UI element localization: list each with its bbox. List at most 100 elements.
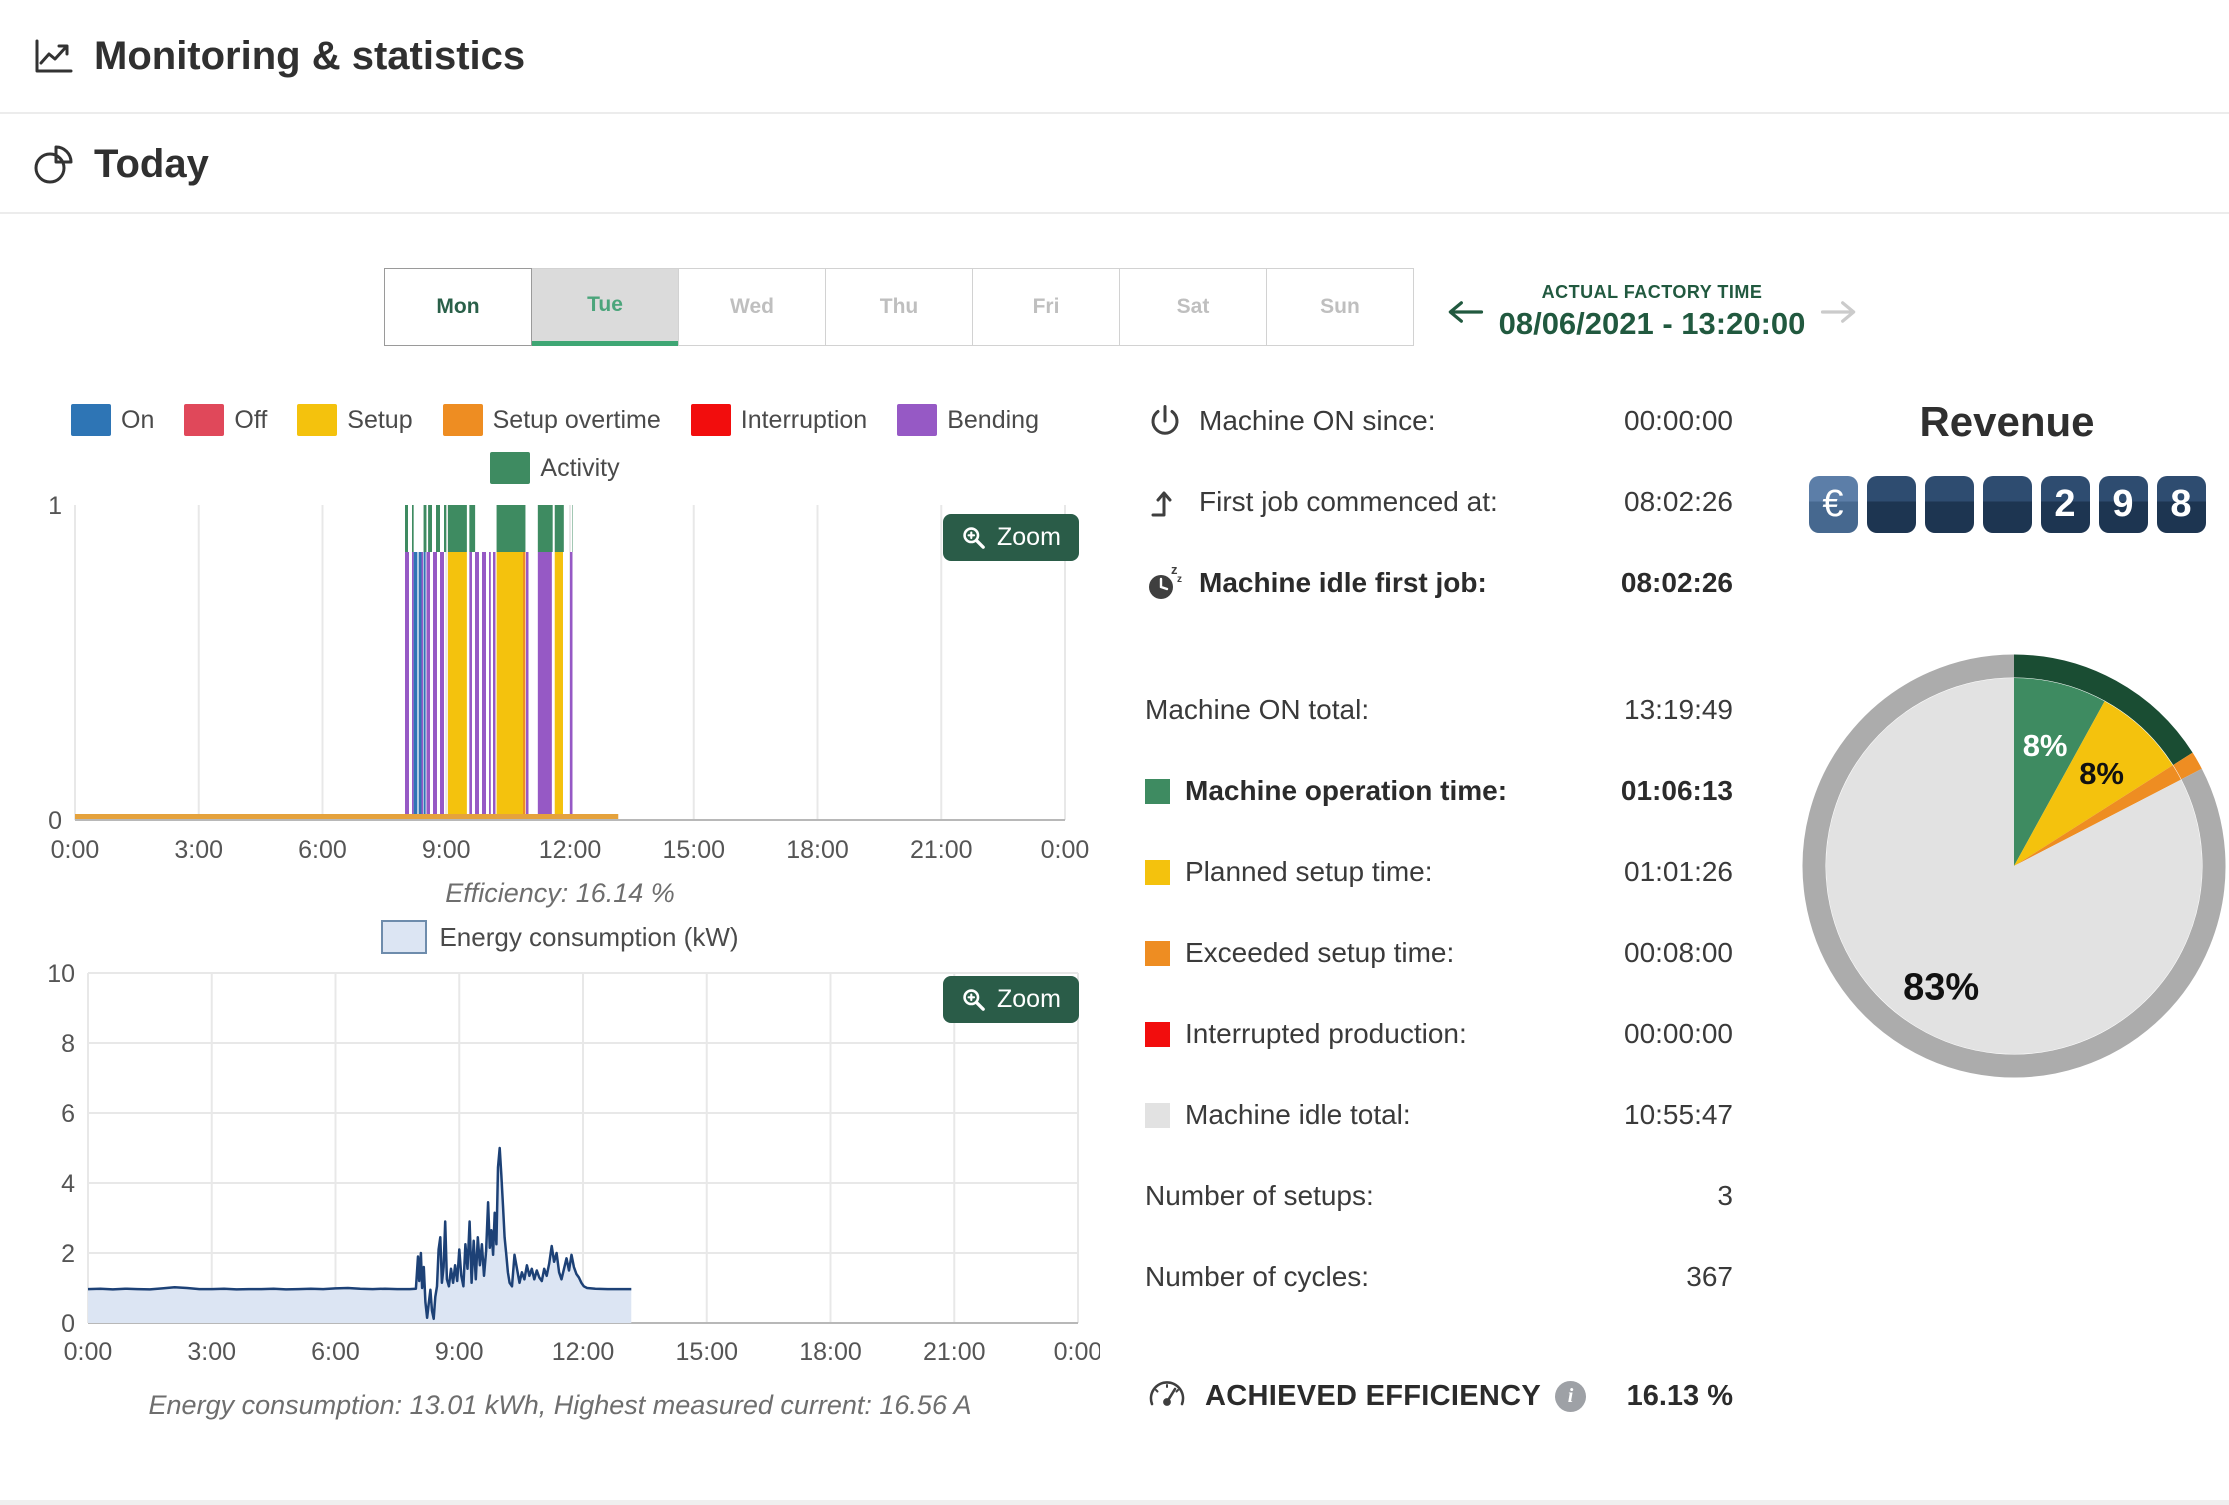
stat-swatch-idle [1145, 1102, 1170, 1128]
legend-swatch-interruption [690, 404, 731, 436]
machine-state-chart[interactable]: 100:00 3:00 6:00 9:00 12:00 15:00 18:00 21:00 0:… [20, 460, 1100, 880]
stat-label: Machine idle total: [1185, 1099, 1411, 1130]
power-icon [1145, 401, 1199, 441]
legend-item-on[interactable]: On [71, 404, 154, 436]
stat-row: Machine idle total: 10:55:47 [1145, 1086, 1733, 1144]
page-header: Monitoring & statistics [0, 0, 2229, 114]
stat-label: Machine ON since: [1199, 405, 1436, 436]
stat-row: Number of cycles: 367 [1145, 1248, 1733, 1306]
next-day-arrow[interactable] [1811, 290, 1867, 334]
svg-text:3:00: 3:00 [174, 836, 223, 864]
stat-row: z z Machine idle first job: 08:02:26 [1145, 554, 1733, 612]
magnifier-plus-icon [963, 526, 985, 549]
pie-label-operation: 8% [2023, 728, 2068, 763]
zoom-button-label: Zoom [997, 985, 1061, 1013]
state-chart-zoom-button[interactable]: Zoom [943, 514, 1079, 561]
stat-value: 00:00:00 [1624, 405, 1733, 436]
stat-value: 00:00:00 [1624, 1018, 1733, 1049]
legend-item-off[interactable]: Off [184, 404, 267, 436]
stat-value: 08:02:26 [1624, 486, 1733, 517]
svg-text:0: 0 [48, 807, 62, 835]
day-tabs: Mon Tue Wed Thu Fri Sat Sun [384, 268, 1414, 346]
time-distribution-pie: 8% 8% 83% [1802, 654, 2226, 1078]
factory-time-label: ACTUAL FACTORY TIME [1541, 282, 1763, 302]
svg-text:8: 8 [61, 1030, 75, 1058]
legend-swatch-setup_overtime [442, 404, 483, 436]
svg-text:15:00: 15:00 [662, 836, 725, 864]
svg-text:0:00: 0:00 [1041, 836, 1090, 864]
revenue-title: Revenue [1919, 398, 2095, 445]
achieved-efficiency-row: ACHIEVED EFFICIENCY i 16.13 % [1145, 1372, 1733, 1420]
tab-thu[interactable]: Thu [825, 268, 973, 346]
legend-label: Setup overtime [492, 405, 661, 434]
tab-wed[interactable]: Wed [678, 268, 826, 346]
legend-item-setup[interactable]: Setup [297, 404, 413, 436]
stat-label: Number of setups: [1145, 1180, 1374, 1211]
stat-label: First job commenced at: [1199, 486, 1498, 517]
legend-label: Off [234, 405, 268, 434]
factory-time-value: 08/06/2021 - 13:20:00 [1498, 306, 1806, 341]
revenue-digit-tile: 2 [2040, 476, 2090, 533]
pie-label-planned_setup: 8% [2079, 756, 2124, 791]
first-job-icon [1145, 482, 1199, 522]
svg-text:15:00: 15:00 [675, 1338, 738, 1366]
svg-text:18:00: 18:00 [786, 836, 849, 864]
tab-sat[interactable]: Sat [1119, 268, 1267, 346]
revenue-digit-tile [1924, 476, 1974, 533]
energy-legend[interactable]: Energy consumption (kW) [30, 920, 1090, 954]
energy-legend-label: Energy consumption (kW) [439, 921, 739, 952]
stat-value: 08:02:26 [1620, 567, 1733, 598]
previous-day-arrow[interactable] [1437, 290, 1493, 334]
dashboard: Monitoring & statistics Today Mon Tue Wed T… [0, 0, 2229, 1505]
stat-row: Machine operation time: 01:06:13 [1145, 762, 1733, 820]
revenue-counter: €2 9 8 [1795, 476, 2219, 533]
pie-chart-icon [30, 141, 76, 187]
machine-stats-panel: Machine ON since: 00:00:00 First job comme… [1145, 392, 1733, 1329]
legend-item-setup_overtime[interactable]: Setup overtime [442, 404, 661, 436]
revenue-currency-tile: € [1808, 476, 1858, 533]
revenue-panel: Revenue €2 9 8 [1795, 398, 2219, 533]
stat-label: Exceeded setup time: [1185, 937, 1455, 968]
energy-consumption-chart[interactable]: 0 2 4 6 8 10 0:00 3:00 6:00 9:00 12:00 15:00 18:00 21… [20, 958, 1100, 1388]
info-icon[interactable]: i [1555, 1380, 1587, 1412]
svg-text:2: 2 [61, 1240, 75, 1268]
svg-text:1: 1 [48, 492, 62, 520]
magnifier-plus-icon [963, 988, 985, 1011]
achieved-efficiency-value: 16.13 % [1626, 1379, 1733, 1412]
tab-sun[interactable]: Sun [1266, 268, 1414, 346]
tab-tue[interactable]: Tue [531, 268, 679, 346]
gauge-icon [1145, 1372, 1189, 1420]
page-bottom-divider [0, 1500, 2229, 1505]
legend-swatch-bending [897, 404, 938, 436]
revenue-digit-tile [1866, 476, 1916, 533]
svg-text:12:00: 12:00 [539, 836, 602, 864]
energy-chart-zoom-button[interactable]: Zoom [943, 976, 1079, 1023]
section-title: Today [94, 141, 209, 186]
legend-swatch-off [184, 404, 225, 436]
stat-value: 3 [1717, 1180, 1733, 1211]
page-title: Monitoring & statistics [94, 33, 526, 78]
legend-swatch-on [71, 404, 112, 436]
stat-row: Machine ON since: 00:00:00 [1145, 392, 1733, 450]
stat-label: Number of cycles: [1145, 1261, 1370, 1292]
svg-text:0:00: 0:00 [64, 1338, 113, 1366]
stat-value: 13:19:49 [1624, 694, 1733, 725]
legend-item-bending[interactable]: Bending [897, 404, 1039, 436]
stat-row: Number of setups: 3 [1145, 1167, 1733, 1225]
stat-label: Machine operation time: [1185, 775, 1508, 806]
legend-label: On [121, 405, 155, 434]
stat-value: 01:06:13 [1620, 775, 1733, 806]
stat-swatch-setup_overtime [1145, 940, 1170, 966]
tab-mon[interactable]: Mon [384, 268, 532, 346]
svg-text:0:00: 0:00 [51, 836, 100, 864]
factory-time-display: ACTUAL FACTORY TIME 08/06/2021 - 13:20:0… [1493, 282, 1811, 342]
tab-fri[interactable]: Fri [972, 268, 1120, 346]
stat-label: Machine ON total: [1145, 694, 1370, 725]
svg-text:10: 10 [47, 960, 75, 988]
revenue-digit-tile: 9 [2098, 476, 2148, 533]
legend-item-interruption[interactable]: Interruption [690, 404, 867, 436]
svg-text:3:00: 3:00 [187, 1338, 236, 1366]
svg-text:9:00: 9:00 [422, 836, 471, 864]
stat-row: Planned setup time: 01:01:26 [1145, 843, 1733, 901]
stat-row: Machine ON total: 13:19:49 [1145, 681, 1733, 739]
